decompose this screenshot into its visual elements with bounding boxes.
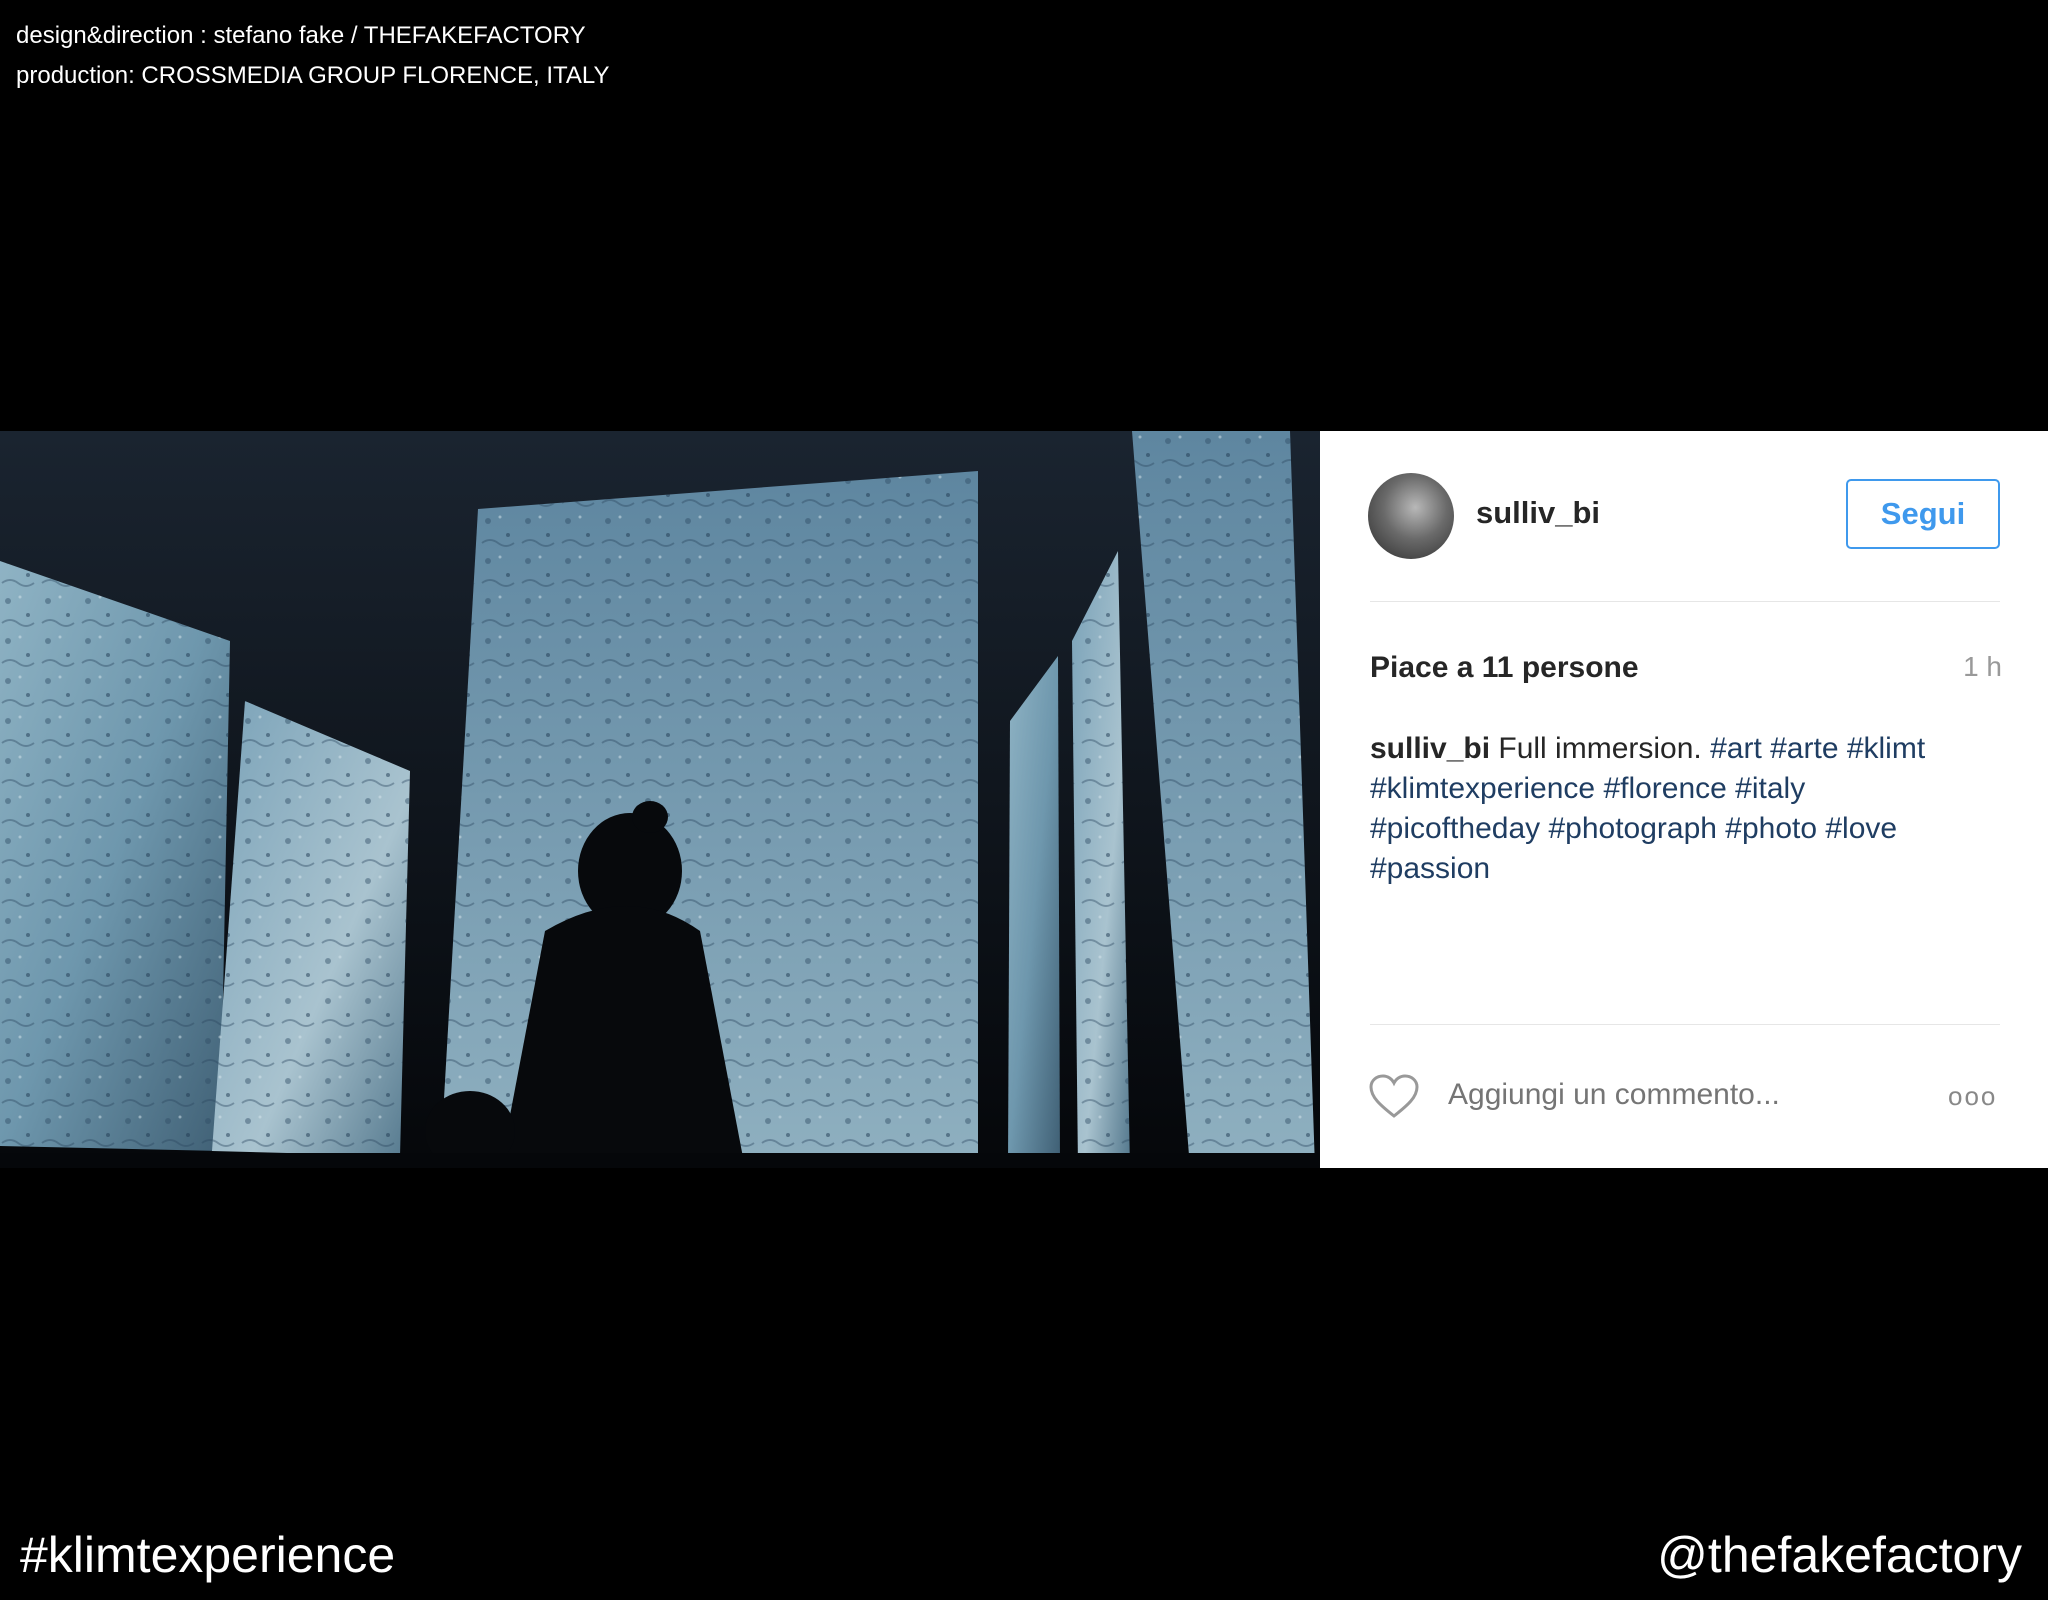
photo-illustration [0, 431, 1320, 1168]
footer-handle: @thefakefactory [1657, 1527, 2022, 1583]
divider-bottom [1370, 1024, 2000, 1025]
more-options-icon[interactable]: ooo [1948, 1081, 1997, 1112]
caption-username[interactable]: sulliv_bi [1370, 732, 1490, 765]
post-sidebar: sulliv_bi Segui Piace a 11 persone 1 h s… [1320, 431, 2048, 1168]
credits-production: production: CROSSMEDIA GROUP FLORENCE, I… [16, 62, 610, 89]
credits: design&direction : stefano fake / THEFAK… [16, 16, 610, 96]
comment-input[interactable] [1448, 1078, 1868, 1112]
credits-direction: design&direction : stefano fake / THEFAK… [16, 22, 586, 49]
post-username[interactable]: sulliv_bi [1476, 495, 1600, 531]
follow-button[interactable]: Segui [1846, 479, 2000, 549]
avatar[interactable] [1368, 473, 1454, 559]
likes-prefix: Piace a [1370, 651, 1482, 684]
post-caption: sulliv_bi Full immersion. #art #arte #kl… [1370, 729, 2010, 889]
likes-suffix: persone [1513, 651, 1639, 684]
likes-count[interactable]: Piace a 11 persone [1370, 651, 1639, 685]
caption-hashtags-2[interactable]: #klimtexperience #florence #italy [1370, 772, 1805, 805]
footer-hashtag: #klimtexperience [20, 1527, 396, 1583]
instagram-post: sulliv_bi Segui Piace a 11 persone 1 h s… [0, 431, 2048, 1168]
divider-top [1370, 601, 2000, 602]
post-time[interactable]: 1 h [1960, 651, 2002, 683]
caption-hashtags-1[interactable]: #art #arte #klimt [1710, 732, 1925, 765]
likes-number: 11 [1481, 651, 1514, 684]
caption-hashtags-4[interactable]: #passion [1370, 852, 1490, 885]
caption-text: Full immersion. [1490, 732, 1711, 765]
heart-icon[interactable] [1368, 1073, 1420, 1119]
post-photo[interactable] [0, 431, 1320, 1168]
caption-hashtags-3[interactable]: #picoftheday #photograph #photo #love [1370, 812, 1897, 845]
